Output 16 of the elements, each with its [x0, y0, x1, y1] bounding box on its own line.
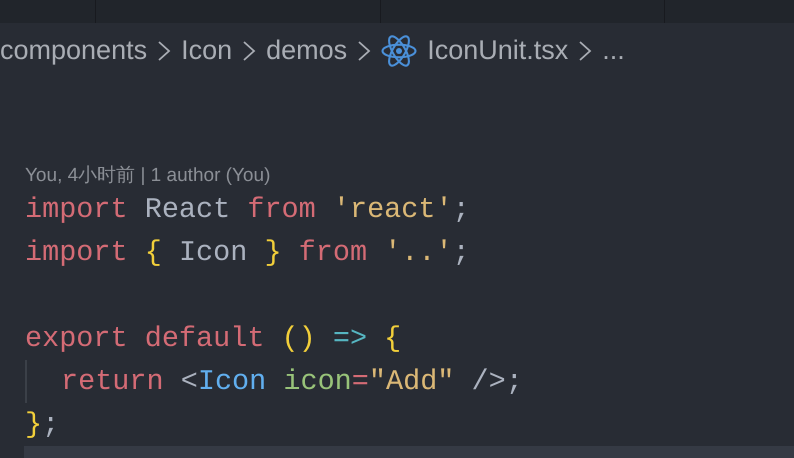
code-line: return <Icon icon="Add" />;	[25, 360, 794, 403]
code-line: import { Icon } from '..';	[25, 235, 471, 271]
codelens-author-info[interactable]: You, 4小时前 | 1 author (You)	[25, 164, 270, 188]
code-line: export default () => {	[25, 321, 402, 357]
chevron-right-icon	[578, 40, 592, 62]
react-file-icon	[381, 34, 418, 68]
code-line: import React from 'react';	[25, 192, 471, 228]
breadcrumb-more[interactable]: ...	[602, 35, 625, 66]
code-line: };	[25, 407, 60, 443]
chevron-right-icon	[242, 40, 256, 62]
breadcrumb-file[interactable]: IconUnit.tsx	[427, 35, 568, 66]
chevron-right-icon	[357, 40, 372, 62]
breadcrumb-folder[interactable]: components	[0, 35, 148, 66]
breadcrumb-folder[interactable]: Icon	[181, 35, 232, 66]
chevron-right-icon	[157, 40, 172, 62]
breadcrumb-folder[interactable]: demos	[266, 35, 348, 66]
